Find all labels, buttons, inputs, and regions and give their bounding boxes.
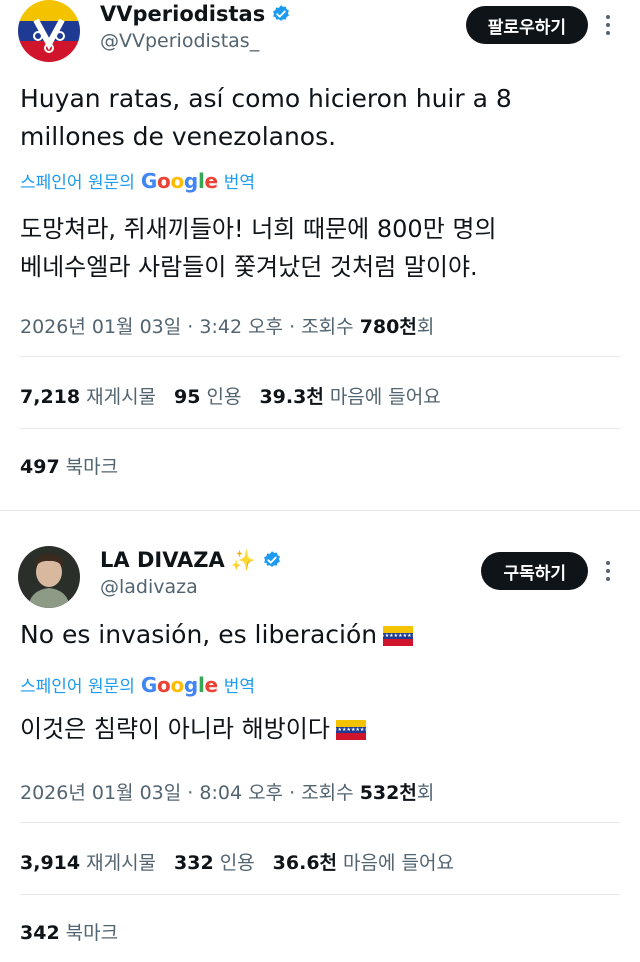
tweet-text-content: No es invasión, es liberación xyxy=(20,620,378,649)
translated-text: 도망쳐라, 쥐새끼들아! 너희 때문에 800만 명의 베네수엘라 사람들이 쫓… xyxy=(20,210,497,286)
separator-dot: · xyxy=(187,782,194,804)
likes-stat[interactable]: 36.6천 마음에 들어요 xyxy=(273,848,454,875)
google-logo: Google xyxy=(141,169,218,193)
google-letter: o xyxy=(157,168,171,193)
likes-label[interactable]: 마음에 들어요 xyxy=(330,386,441,408)
reposts-label[interactable]: 재게시물 xyxy=(86,852,156,874)
google-letter: e xyxy=(204,168,219,193)
views-count: 532천 xyxy=(359,782,417,804)
tweet-text-line: millones de venezolanos. xyxy=(20,122,337,151)
likes-count[interactable]: 36.6천 xyxy=(273,852,337,874)
views-label: 조회수 xyxy=(301,782,354,804)
translate-suffix[interactable]: 번역 xyxy=(224,672,255,697)
reposts-label[interactable]: 재게시물 xyxy=(86,386,156,408)
engagement-stats: 3,914 재게시물 332 인용 36.6천 마음에 들어요 xyxy=(20,848,454,875)
tweet-2: LA DIVAZA ✨ @ladivaza 구독하기 No es invasió… xyxy=(0,546,640,962)
google-letter: o xyxy=(170,672,184,697)
display-name-text[interactable]: VVperiodistas xyxy=(100,2,265,26)
follow-button[interactable]: 팔로우하기 xyxy=(465,6,588,44)
display-name[interactable]: VVperiodistas xyxy=(100,2,291,26)
bookmarks-label[interactable]: 북마크 xyxy=(66,922,118,944)
translated-line: 도망쳐라, 쥐새끼들아! 너희 때문에 800만 명의 xyxy=(20,215,497,243)
google-letter: e xyxy=(204,672,219,697)
tweet-time[interactable]: 8:04 오후 xyxy=(199,782,283,804)
divider xyxy=(20,428,620,429)
translate-link[interactable]: 스페인어 원문의 Google 번역 xyxy=(20,168,255,194)
translate-link[interactable]: 스페인어 원문의 Google 번역 xyxy=(20,672,255,698)
sparkles-icon: ✨ xyxy=(230,548,256,572)
translate-prefix[interactable]: 스페인어 원문의 xyxy=(20,168,135,193)
more-options-icon[interactable] xyxy=(598,556,618,586)
tweet-text-line: Huyan ratas, así como hicieron huir a 8 xyxy=(20,84,512,113)
tweet-separator xyxy=(0,510,640,511)
venezuela-flag-icon: ★★★★★★★★ xyxy=(333,720,369,740)
bookmarks-count[interactable]: 342 xyxy=(20,922,60,944)
tweet-date[interactable]: 2026년 01월 03일 xyxy=(20,316,181,338)
likes-label[interactable]: 마음에 들어요 xyxy=(343,852,454,874)
divider xyxy=(20,356,620,357)
handle[interactable]: @VVperiodistas_ xyxy=(100,30,291,52)
reposts-count[interactable]: 3,914 xyxy=(20,852,80,874)
reposts-stat[interactable]: 3,914 재게시물 xyxy=(20,848,156,875)
bookmarks-stat[interactable]: 497 북마크 xyxy=(20,452,118,479)
verified-badge-icon xyxy=(273,5,290,21)
tweet-meta: 2026년 01월 03일 · 8:04 오후 · 조회수 532천회 xyxy=(20,778,434,805)
translate-suffix[interactable]: 번역 xyxy=(224,168,255,193)
google-letter: g xyxy=(183,168,198,193)
display-name[interactable]: LA DIVAZA ✨ xyxy=(100,548,282,572)
divider xyxy=(20,894,620,895)
views-suffix: 회 xyxy=(416,782,435,804)
quotes-stat[interactable]: 332 인용 xyxy=(174,848,255,875)
tweet-date[interactable]: 2026년 01월 03일 xyxy=(20,782,181,804)
google-letter: o xyxy=(157,672,171,697)
bookmarks-count[interactable]: 497 xyxy=(20,456,60,478)
verified-badge-icon xyxy=(263,551,280,567)
google-logo: Google xyxy=(141,673,218,697)
google-letter: G xyxy=(140,672,158,697)
likes-count[interactable]: 39.3천 xyxy=(259,386,323,408)
quotes-count[interactable]: 95 xyxy=(174,386,200,408)
tweet-header: LA DIVAZA ✨ @ladivaza 구독하기 xyxy=(18,546,622,626)
google-letter: g xyxy=(183,672,198,697)
more-options-icon[interactable] xyxy=(598,10,618,40)
translate-prefix[interactable]: 스페인어 원문의 xyxy=(20,672,135,697)
separator-dot: · xyxy=(187,316,194,338)
tweet-meta: 2026년 01월 03일 · 3:42 오후 · 조회수 780천회 xyxy=(20,312,434,339)
engagement-stats: 7,218 재게시물 95 인용 39.3천 마음에 들어요 xyxy=(20,382,441,409)
bookmarks-stat[interactable]: 342 북마크 xyxy=(20,918,118,945)
avatar[interactable] xyxy=(18,546,80,608)
likes-stat[interactable]: 39.3천 마음에 들어요 xyxy=(259,382,440,409)
reposts-count[interactable]: 7,218 xyxy=(20,386,80,408)
separator-dot: · xyxy=(289,782,296,804)
translated-line: 베네수엘라 사람들이 쫓겨났던 것처럼 말이야. xyxy=(20,253,478,281)
display-name-text[interactable]: LA DIVAZA xyxy=(100,548,225,572)
views-suffix: 회 xyxy=(416,316,435,338)
tweet-text-line: No es invasión, es liberación ★★★★★★★★ xyxy=(20,616,416,654)
separator-dot: · xyxy=(289,316,296,338)
venezuela-flag-icon: ★★★★★★★★ xyxy=(380,626,416,646)
translated-line-content: 이것은 침략이 아니라 해방이다 xyxy=(20,715,330,743)
handle[interactable]: @ladivaza xyxy=(100,576,282,598)
google-letter: o xyxy=(170,168,184,193)
quotes-count[interactable]: 332 xyxy=(174,852,214,874)
tweet-text: Huyan ratas, así como hicieron huir a 8 … xyxy=(20,80,512,156)
quotes-label[interactable]: 인용 xyxy=(220,852,255,874)
google-letter: G xyxy=(140,168,158,193)
avatar[interactable] xyxy=(18,0,80,62)
bookmarks-label[interactable]: 북마크 xyxy=(66,456,118,478)
tweet-1: VVperiodistas @VVperiodistas_ 팔로우하기 Huya… xyxy=(0,0,640,510)
views-count: 780천 xyxy=(359,316,417,338)
quotes-stat[interactable]: 95 인용 xyxy=(174,382,241,409)
translated-line: 이것은 침략이 아니라 해방이다 ★★★★★★★★ xyxy=(20,710,369,748)
quotes-label[interactable]: 인용 xyxy=(206,386,241,408)
divider xyxy=(20,822,620,823)
views-label: 조회수 xyxy=(301,316,354,338)
translated-text: 이것은 침략이 아니라 해방이다 ★★★★★★★★ xyxy=(20,710,369,748)
tweet-time[interactable]: 3:42 오후 xyxy=(199,316,283,338)
tweet-text: No es invasión, es liberación ★★★★★★★★ xyxy=(20,616,416,654)
tweet-header: VVperiodistas @VVperiodistas_ 팔로우하기 xyxy=(18,0,622,80)
reposts-stat[interactable]: 7,218 재게시물 xyxy=(20,382,156,409)
subscribe-button[interactable]: 구독하기 xyxy=(481,552,588,590)
